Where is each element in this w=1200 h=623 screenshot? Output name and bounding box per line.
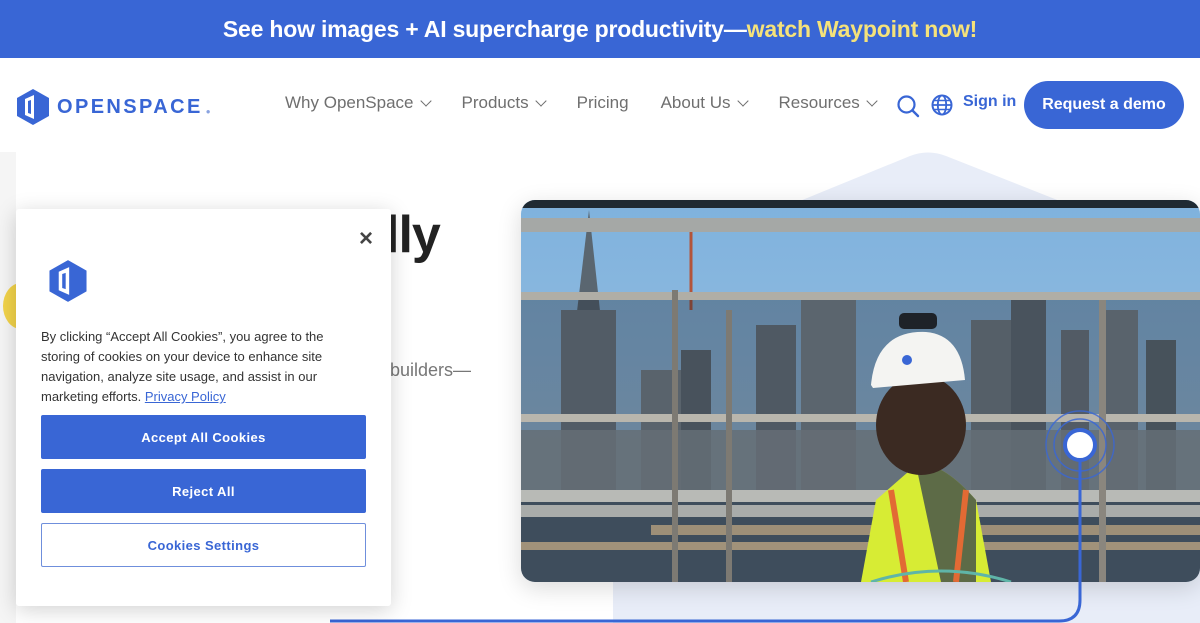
sign-in-link[interactable]: Sign in xyxy=(963,93,1016,111)
nav-item-label: Resources xyxy=(778,93,860,112)
nav-item-why-openspace[interactable]: Why OpenSpace xyxy=(285,93,432,113)
openspace-hexagon-icon xyxy=(17,89,49,125)
nav-item-label: About Us xyxy=(660,93,731,112)
modal-backdrop xyxy=(0,152,16,623)
nav-item-label: Why OpenSpace xyxy=(285,93,414,112)
hero-subtext: builders— xyxy=(390,360,472,380)
chevron-down-icon xyxy=(534,94,547,107)
nav-item-pricing[interactable]: Pricing xyxy=(577,93,629,113)
chevron-down-icon xyxy=(736,94,749,107)
search-icon[interactable] xyxy=(896,94,920,118)
nav-item-resources[interactable]: Resources xyxy=(778,93,878,113)
nav-item-products[interactable]: Products xyxy=(461,93,547,113)
construction-site-photo xyxy=(521,200,1200,582)
chevron-down-icon xyxy=(419,94,432,107)
nav-item-label: Pricing xyxy=(576,93,629,112)
nav-menu: Why OpenSpace Products Pricing About Us … xyxy=(285,93,878,113)
accept-all-cookies-button[interactable]: Accept All Cookies xyxy=(41,415,366,459)
globe-icon[interactable] xyxy=(931,94,953,116)
promo-banner[interactable]: See how images + AI supercharge producti… xyxy=(0,0,1200,58)
privacy-policy-link[interactable]: Privacy Policy xyxy=(145,389,226,404)
main-navigation: OPENSPACE ● Why OpenSpace Products Prici… xyxy=(0,58,1200,152)
openspace-hexagon-icon xyxy=(49,260,87,302)
openspace-logo[interactable]: OPENSPACE ● xyxy=(16,88,211,126)
request-demo-button[interactable]: Request a demo xyxy=(1024,81,1184,129)
promo-banner-link[interactable]: watch Waypoint now! xyxy=(747,16,978,43)
nav-item-about-us[interactable]: About Us xyxy=(660,93,749,113)
close-icon[interactable]: × xyxy=(356,227,376,251)
cookie-consent-text: By clicking “Accept All Cookies”, you ag… xyxy=(41,327,361,407)
cookies-settings-button[interactable]: Cookies Settings xyxy=(41,523,366,567)
nav-item-label: Products xyxy=(461,93,529,112)
cookie-consent-dialog: × By clicking “Accept All Cookies”, you … xyxy=(16,209,391,606)
chevron-down-icon xyxy=(866,94,878,107)
promo-banner-text: See how images + AI supercharge producti… xyxy=(222,15,747,42)
logo-registered-mark: ● xyxy=(205,106,211,116)
hero-image xyxy=(521,200,1200,582)
hero-headline: lly xyxy=(385,206,441,264)
reject-all-button[interactable]: Reject All xyxy=(41,469,366,513)
logo-wordmark: OPENSPACE xyxy=(57,95,203,118)
